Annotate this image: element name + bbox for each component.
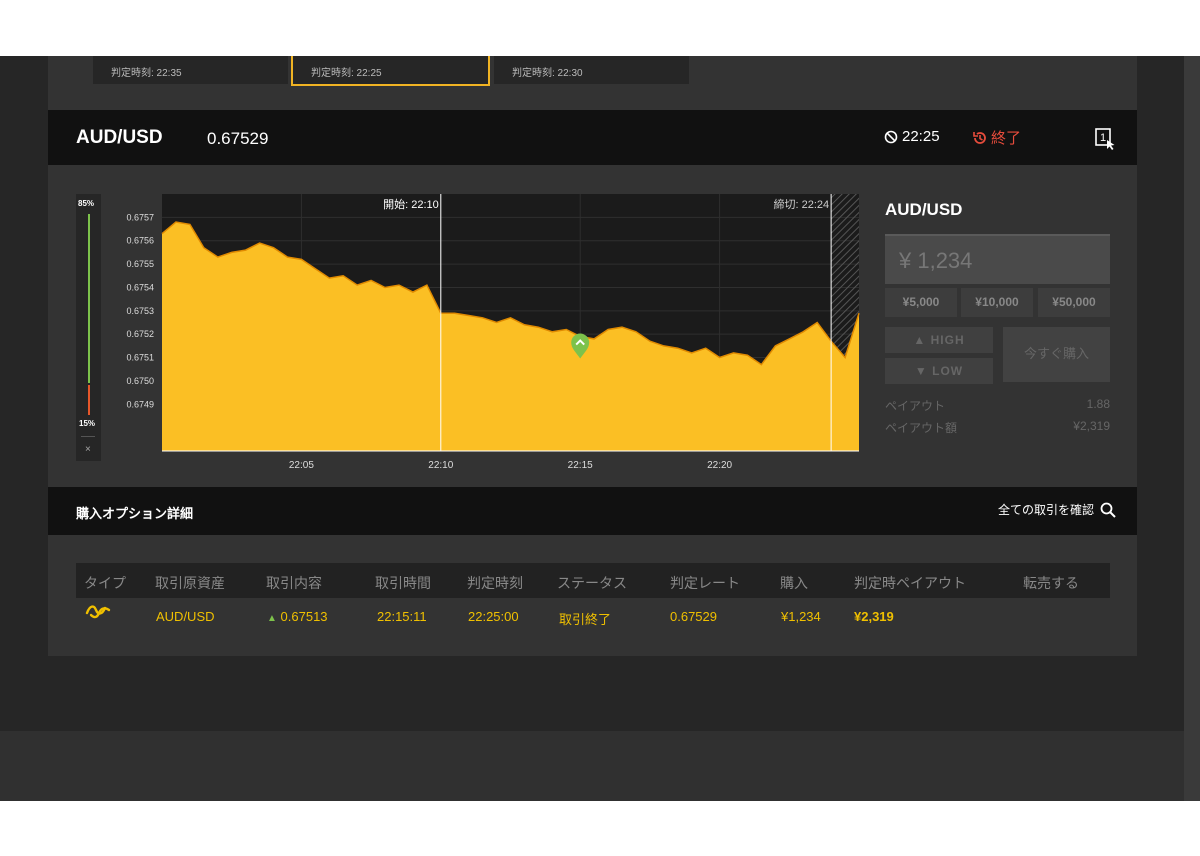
view-all-trades-link[interactable]: 全ての取引を確認 [998,501,1116,518]
expiry-card-label: 判定時刻: 22:35 [111,68,182,79]
y-tick-label: 0.6755 [126,259,154,269]
low-percentage: 15% [79,419,96,428]
x-tick-label: 22:15 [568,460,593,471]
asset-header: AUD/USD 0.67529 22:25 終了 1 [48,110,1137,165]
asset-pair: AUD/USD [76,127,163,148]
purchase-details-title: 購入オプション詳細 [76,506,194,521]
payout-amount-row: ペイアウト額 ¥2,319 [885,419,1110,436]
binary-type-icon [85,605,111,619]
col-content: 取引内容 [266,575,322,591]
trade-panel: 判定時刻: 22:35 判定時刻: 22:25 判定時刻: 22:30 AUD/… [48,56,1137,656]
low-arrow-icon: ▼ [914,364,933,378]
x-tick-label: 22:20 [707,460,732,471]
y-tick-label: 0.6756 [126,236,154,246]
col-trade-time: 取引時間 [375,575,431,591]
trade-status: 終了 [972,127,1021,148]
expiry-time: 22:25 [884,128,940,145]
col-expiry-rate: 判定レート [670,575,740,591]
expiry-time-text: 22:25 [902,128,940,145]
one-click-icon: 1 [1095,128,1115,150]
y-tick-label: 0.6752 [126,329,154,339]
col-type: タイプ [84,575,126,591]
y-tick-label: 0.6753 [126,306,154,316]
high-direction-icon: ▲ [267,613,277,624]
close-gauge-button[interactable]: × [85,444,91,455]
search-icon [1100,502,1116,518]
y-tick-label: 0.6754 [126,282,154,292]
expiry-card-2230[interactable]: 判定時刻: 22:30 [494,56,689,84]
y-tick-label: 0.6757 [126,212,154,222]
x-tick-label: 22:05 [289,460,314,471]
y-tick-label: 0.6750 [126,376,154,386]
high-arrow-icon: ▲ [913,333,931,347]
row-trade-time: 22:15:11 [377,609,427,624]
low-bar [88,385,90,415]
payout-amount-label: ペイアウト額 [885,421,958,435]
payout-amount-value: ¥2,319 [1073,419,1110,433]
high-percentage: 85% [78,199,95,208]
expiry-card-label: 判定時刻: 22:30 [512,68,583,79]
col-asset: 取引原資産 [155,575,225,591]
expiry-card-2235[interactable]: 判定時刻: 22:35 [93,56,288,84]
amount-input[interactable]: ¥ 1,234 [885,234,1110,284]
col-purchase: 購入 [780,575,808,591]
row-payout: ¥2,319 [854,609,894,624]
history-icon [973,131,986,144]
y-tick-label: 0.6751 [126,353,154,363]
x-tick-label: 22:10 [428,460,453,471]
y-tick-label: 0.6749 [126,399,154,409]
trades-table-header: タイプ 取引原資産 取引内容 取引時間 判定時刻 ステータス 判定レート 購入 … [76,563,1110,598]
payout-label: ペイアウト [885,399,946,413]
col-status: ステータス [557,575,627,591]
low-button[interactable]: ▼ LOW [885,358,993,384]
slot-number: 1 [1100,132,1106,144]
cutoff-label: 締切: 22:24 [773,197,829,211]
col-payout: 判定時ペイアウト [854,575,966,591]
start-label: 開始: 22:10 [383,197,439,211]
sentiment-gauge: 85% 15% × [76,194,101,461]
current-rate: 0.67529 [207,129,269,148]
row-expiry: 22:25:00 [468,609,519,624]
no-entry-icon [884,130,898,143]
high-button[interactable]: ▲ HIGH [885,327,993,353]
trade-status-text: 終了 [991,130,1022,147]
low-label: LOW [932,364,964,378]
row-status: 取引終了 [559,612,612,627]
row-rate: 0.67513 [280,609,328,624]
expiry-card-label: 判定時刻: 22:25 [311,68,382,79]
high-label: HIGH [930,333,965,347]
payout-row: ペイアウト 1.88 [885,397,1110,414]
price-chart: 0.6757 0.6756 0.6755 0.6754 0.6753 0.6752 0.67… [126,194,860,471]
col-resell: 転売する [1023,575,1079,591]
row-expiry-rate: 0.67529 [670,609,717,624]
view-all-label: 全ての取引を確認 [998,503,1095,517]
gauge-divider [81,436,95,437]
preset-10000-button[interactable]: ¥10,000 [961,288,1033,317]
high-bar [88,214,90,383]
page-footer-band [0,731,1184,801]
row-purchase: ¥1,234 [781,609,821,624]
row-asset: AUD/USD [156,609,215,624]
buy-now-button[interactable]: 今すぐ購入 [1003,327,1110,382]
expiry-card-2225-selected[interactable]: 判定時刻: 22:25 [291,56,490,86]
purchase-details-bar: 購入オプション詳細 全ての取引を確認 [48,487,1137,535]
preset-50000-button[interactable]: ¥50,000 [1038,288,1110,317]
preset-5000-button[interactable]: ¥5,000 [885,288,957,317]
slot-button[interactable]: 1 [1093,127,1117,156]
app-window: 判定時刻: 22:35 判定時刻: 22:25 判定時刻: 22:30 AUD/… [0,56,1200,801]
page-scrollbar[interactable] [1184,56,1200,801]
order-asset-title: AUD/USD [885,200,963,219]
payout-value: 1.88 [1086,397,1110,411]
row-content: ▲ 0.67513 [267,609,328,624]
col-expiry: 判定時刻 [467,575,523,591]
